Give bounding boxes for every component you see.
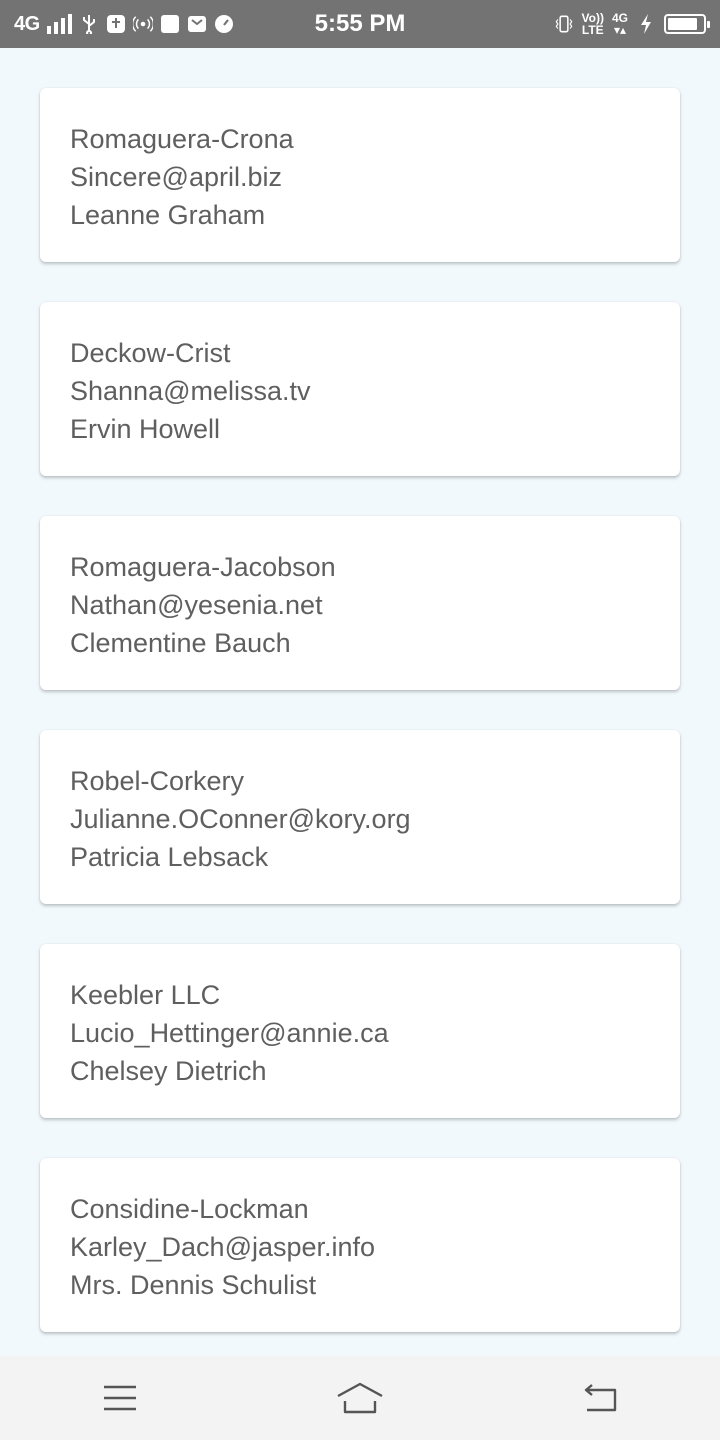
menu-icon [104, 1385, 136, 1411]
battery-level-fill [668, 18, 697, 30]
back-icon [584, 1384, 617, 1412]
signal-icon [46, 14, 72, 34]
status-right: Vo)) LTE 4G ▾▴ [554, 12, 710, 36]
volte-bottom: LTE [581, 23, 604, 37]
charging-icon [636, 14, 656, 34]
company-name: Robel-Corkery [70, 766, 245, 796]
user-email: Karley_Dach@jasper.info [70, 1232, 376, 1262]
user-card[interactable]: Considine-Lockman Karley_Dach@jasper.inf… [40, 1158, 680, 1332]
company-name: Romaguera-Jacobson [70, 552, 336, 582]
mail-icon [187, 14, 207, 34]
volte-indicator: Vo)) LTE [582, 12, 604, 36]
battery-icon [664, 14, 710, 34]
navigation-bar [0, 1356, 720, 1440]
home-button[interactable] [315, 1368, 405, 1428]
company-name: Deckow-Crist [70, 338, 231, 368]
user-email: Nathan@yesenia.net [70, 590, 323, 620]
user-email: Julianne.OConner@kory.org [70, 804, 411, 834]
hotspot-icon [132, 14, 153, 34]
user-name: Leanne Graham [70, 200, 266, 230]
menu-button[interactable] [75, 1368, 165, 1428]
user-card[interactable]: Robel-Corkery Julianne.OConner@kory.org … [40, 730, 680, 904]
usb-icon [79, 14, 99, 34]
status-bar: 4G 5:55 PM Vo)) LTE 4G ▾▴ [0, 0, 720, 48]
data-arrows-icon: ▾▴ [613, 23, 627, 37]
user-email: Sincere@april.biz [70, 162, 282, 192]
user-name: Mrs. Dennis Schulist [70, 1270, 317, 1300]
user-card[interactable]: Keebler LLC Lucio_Hettinger@annie.ca Che… [40, 944, 680, 1118]
user-card[interactable]: Romaguera-Jacobson Nathan@yesenia.net Cl… [40, 516, 680, 690]
company-name: Romaguera-Crona [70, 124, 294, 154]
user-card[interactable]: Romaguera-Crona Sincere@april.biz Leanne… [40, 88, 680, 262]
back-button[interactable] [555, 1368, 645, 1428]
user-list[interactable]: Romaguera-Crona Sincere@april.biz Leanne… [0, 48, 720, 1356]
user-name: Patricia Lebsack [70, 842, 269, 872]
company-name: Considine-Lockman [70, 1194, 309, 1224]
speedometer-icon [214, 14, 234, 34]
vibrate-icon [554, 14, 574, 34]
user-card[interactable]: Deckow-Crist Shanna@melissa.tv Ervin How… [40, 302, 680, 476]
user-email: Shanna@melissa.tv [70, 376, 311, 406]
user-name: Ervin Howell [70, 414, 221, 444]
mobile-data-indicator: 4G ▾▴ [612, 12, 628, 36]
notification-icon [160, 14, 180, 34]
home-icon [337, 1382, 383, 1414]
status-left: 4G [14, 13, 314, 36]
user-name: Clementine Bauch [70, 628, 291, 658]
debug-icon [106, 14, 126, 34]
user-email: Lucio_Hettinger@annie.ca [70, 1018, 389, 1048]
user-name: Chelsey Dietrich [70, 1056, 267, 1086]
network-type: 4G [14, 12, 40, 35]
company-name: Keebler LLC [70, 980, 221, 1010]
